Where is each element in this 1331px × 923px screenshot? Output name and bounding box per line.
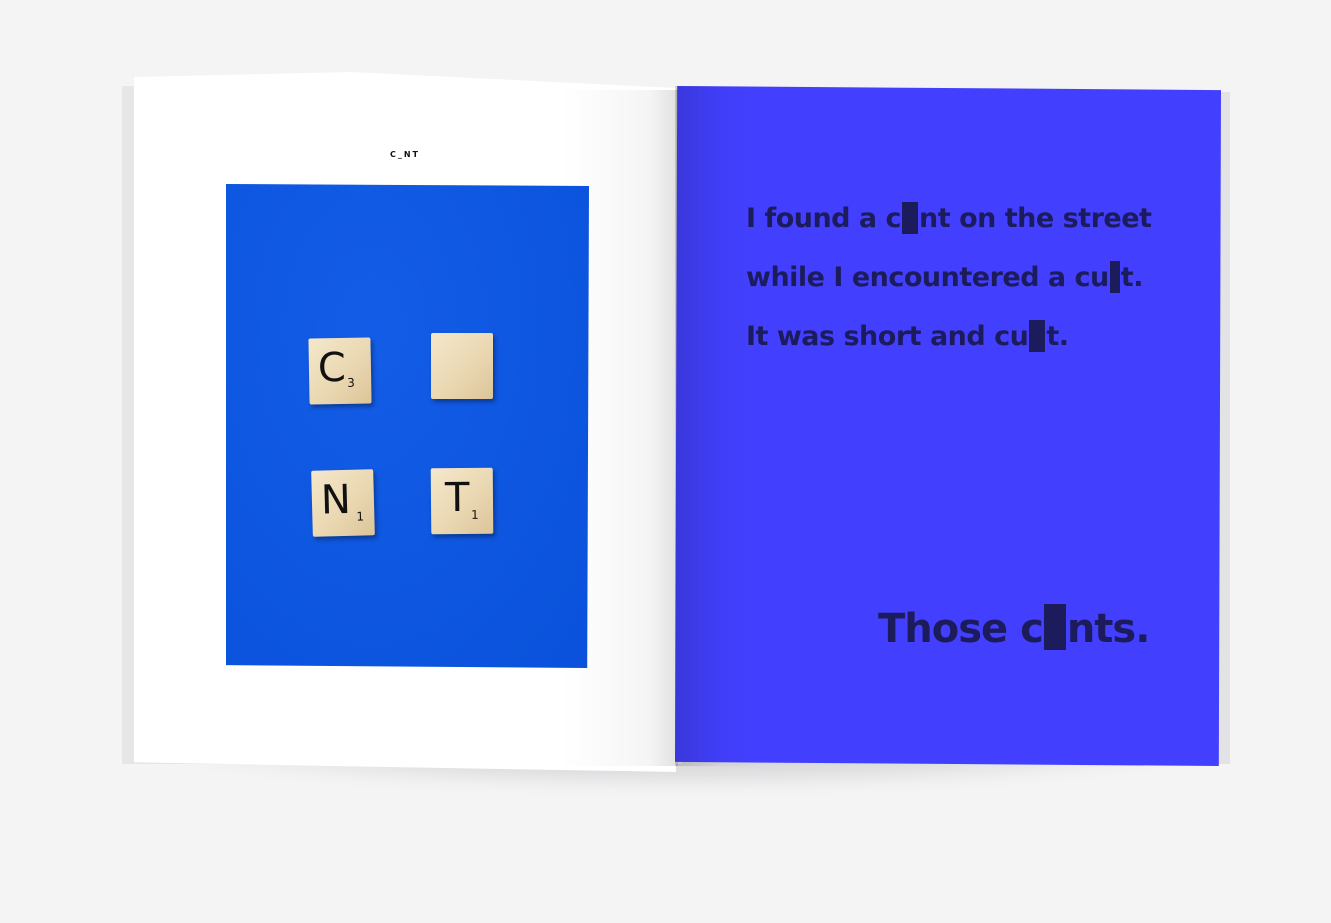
scrabble-photo: C 3 N 1 T 1	[226, 184, 589, 668]
poem-line: It was short and cu t.	[746, 314, 1151, 373]
closing-line: Those c nts.	[878, 604, 1151, 652]
scrabble-tile-t: T 1	[430, 467, 494, 535]
left-page-header: C_NT	[389, 150, 421, 159]
poem-line: while I encountered a cu t.	[746, 255, 1151, 314]
closing-text: nts.	[1066, 606, 1151, 652]
poem-text: t.	[1046, 321, 1069, 352]
tile-letter: N	[320, 476, 352, 524]
redaction-bar	[902, 202, 919, 234]
scrabble-tile-blank	[431, 333, 493, 399]
poem-block: I found a c nt on the street while I enco…	[746, 196, 1152, 373]
poem-text: while I encountered a cu	[746, 262, 1109, 293]
right-page	[675, 86, 1221, 766]
redaction-bar	[1029, 320, 1046, 352]
poem-text: nt on the street	[919, 203, 1152, 234]
right-page-gutter-shadow	[675, 86, 755, 766]
tile-letter: T	[444, 474, 470, 522]
tile-score: 1	[356, 509, 365, 524]
poem-line: I found a c nt on the street	[746, 196, 1152, 255]
redaction-bar	[1109, 261, 1120, 293]
tile-score: 1	[471, 507, 479, 522]
scrabble-tile-n: N 1	[311, 469, 375, 537]
tile-score: 3	[347, 375, 355, 390]
book-mockup-scene: C_NT C 3 N 1 T 1 I found a c nt on the st…	[0, 0, 1331, 923]
poem-text: t.	[1120, 262, 1144, 293]
scrabble-tile-c: C 3	[308, 337, 372, 405]
poem-text: I found a c	[746, 203, 902, 234]
tile-letter: C	[317, 344, 347, 392]
redaction-bar	[1043, 604, 1066, 650]
photo-lighting	[226, 184, 589, 668]
closing-text: Those c	[878, 606, 1044, 652]
poem-text: It was short and cu	[746, 321, 1029, 352]
